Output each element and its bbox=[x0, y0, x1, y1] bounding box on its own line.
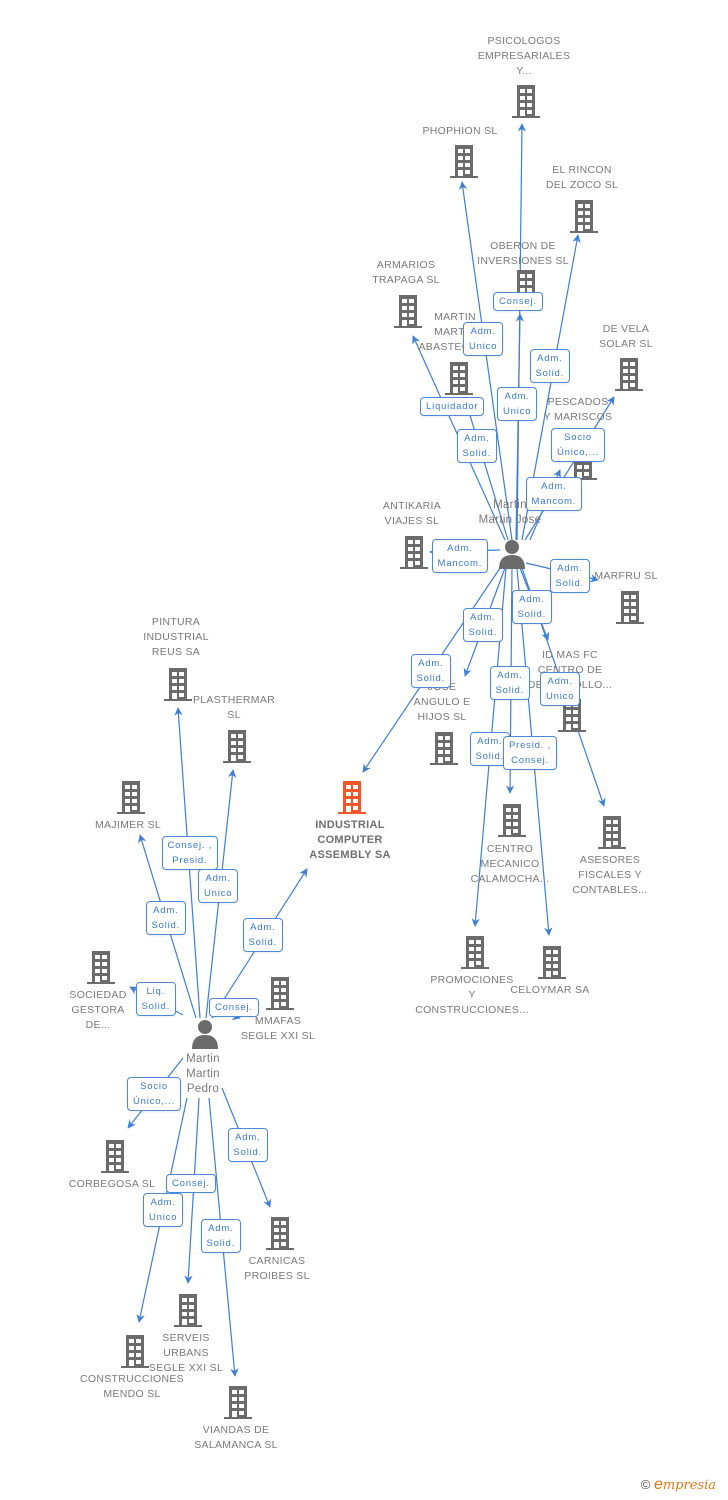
company-name[interactable]: PINTURA INDUSTRIAL REUS SA bbox=[116, 615, 236, 660]
person-icon bbox=[499, 540, 525, 569]
company-name[interactable]: DE VELA SOLAR SL bbox=[566, 322, 686, 352]
building-icon-wrap bbox=[222, 728, 252, 769]
relation-role-badge[interactable]: Consej. bbox=[166, 1173, 216, 1193]
building-icon bbox=[445, 362, 473, 395]
relation-role-badge[interactable]: Adm. Unico bbox=[463, 322, 504, 356]
building-icon-wrap bbox=[399, 534, 429, 575]
relation-role-badge[interactable]: Adm. Solid. bbox=[410, 654, 452, 688]
copyright-symbol: © bbox=[640, 1477, 651, 1492]
relationship-graph bbox=[127, 123, 615, 1377]
building-icon bbox=[450, 145, 478, 178]
empresia-logo-initial: e bbox=[653, 1476, 663, 1493]
footer-credit: © empresia bbox=[641, 1476, 716, 1494]
relation-role-badge[interactable]: Adm. Solid. bbox=[242, 918, 284, 952]
building-icon bbox=[223, 730, 251, 763]
building-icon-wrap bbox=[265, 975, 295, 1016]
building-icon-wrap bbox=[120, 1333, 150, 1374]
building-icon-wrap bbox=[569, 198, 599, 239]
building-icon bbox=[224, 1386, 252, 1419]
building-icon-wrap bbox=[597, 814, 627, 855]
relation-role-badge[interactable]: Adm. Unico bbox=[540, 672, 581, 706]
relation-role-badge[interactable]: Liq. Solid. bbox=[135, 982, 177, 1016]
building-icon-wrap bbox=[100, 1138, 130, 1179]
person-icon-wrap bbox=[497, 538, 527, 575]
relation-role-badge[interactable]: Adm. Mancom. bbox=[525, 477, 583, 511]
relation-role-badge[interactable]: Adm. Solid. bbox=[489, 666, 531, 700]
company-name[interactable]: PHOPHION SL bbox=[400, 124, 520, 139]
building-icon-wrap bbox=[537, 944, 567, 985]
building-icon bbox=[121, 1335, 149, 1368]
company-name[interactable]: MAJIMER SL bbox=[68, 818, 188, 833]
building-icon-wrap bbox=[615, 589, 645, 630]
building-icon bbox=[570, 200, 598, 233]
building-icon-wrap bbox=[444, 360, 474, 401]
building-icon bbox=[117, 781, 145, 814]
building-icon bbox=[266, 1217, 294, 1250]
company-name[interactable]: CONSTRUCCIONES MENDO SL bbox=[72, 1372, 192, 1402]
relation-role-badge[interactable]: Consej. bbox=[209, 997, 259, 1017]
building-icon-wrap bbox=[86, 949, 116, 990]
relation-role-badge[interactable]: Adm. Unico bbox=[198, 869, 239, 903]
building-icon bbox=[616, 591, 644, 624]
relation-role-badge[interactable]: Adm. Unico bbox=[497, 387, 538, 421]
building-icon bbox=[266, 977, 294, 1010]
company-name[interactable]: OBERON DE INVERSIONES SL bbox=[463, 239, 583, 269]
building-icon bbox=[498, 804, 526, 837]
relation-role-badge[interactable]: Consej. , Presid. bbox=[161, 836, 219, 870]
building-icon bbox=[87, 951, 115, 984]
building-icon-wrap bbox=[429, 730, 459, 771]
building-icon bbox=[615, 358, 643, 391]
company-name[interactable]: CELOYMAR SA bbox=[490, 983, 610, 998]
relation-role-badge[interactable]: Socio Único,... bbox=[127, 1077, 182, 1111]
main-building-icon bbox=[338, 781, 366, 814]
building-icon bbox=[430, 732, 458, 765]
building-icon bbox=[598, 816, 626, 849]
company-name[interactable]: MMAFAS SEGLE XXI SL bbox=[218, 1014, 338, 1044]
building-icon-wrap bbox=[449, 143, 479, 184]
main-building-icon-wrap bbox=[337, 779, 367, 820]
building-icon-wrap bbox=[511, 83, 541, 124]
relation-role-badge[interactable]: Socio Único,... bbox=[551, 428, 606, 462]
company-name[interactable]: PSICOLOGOS EMPRESARIALES Y... bbox=[464, 34, 584, 79]
building-icon bbox=[101, 1140, 129, 1173]
relation-role-badge[interactable]: Adm. Solid. bbox=[462, 608, 504, 642]
building-icon bbox=[400, 536, 428, 569]
company-name[interactable]: PLASTHERMAR SL bbox=[174, 693, 294, 723]
person-icon-wrap bbox=[190, 1018, 220, 1055]
company-name[interactable]: EL RINCON DEL ZOCO SL bbox=[522, 163, 642, 193]
company-name[interactable]: ARMARIOS TRAPAGA SL bbox=[346, 258, 466, 288]
building-icon-wrap bbox=[116, 779, 146, 820]
relation-role-badge[interactable]: Liquidador bbox=[420, 396, 485, 416]
company-name[interactable]: ASESORES FISCALES Y CONTABLES... bbox=[550, 853, 670, 898]
building-icon-wrap bbox=[265, 1215, 295, 1256]
relation-role-badge[interactable]: Adm. Mancom. bbox=[431, 539, 489, 573]
relation-role-badge[interactable]: Adm. Solid. bbox=[549, 559, 591, 593]
relation-role-badge[interactable]: Presid. , Consej. bbox=[503, 736, 558, 770]
company-name[interactable]: VIANDAS DE SALAMANCA SL bbox=[176, 1423, 296, 1453]
company-name[interactable]: CORBEGOSA SL bbox=[52, 1177, 172, 1192]
person-icon bbox=[192, 1020, 218, 1049]
main-company-name[interactable]: INDUSTRIAL COMPUTER ASSEMBLY SA bbox=[290, 818, 410, 863]
company-name[interactable]: CARNICAS PROIBES SL bbox=[217, 1254, 337, 1284]
building-icon bbox=[538, 946, 566, 979]
building-icon bbox=[512, 85, 540, 118]
building-icon-wrap bbox=[614, 356, 644, 397]
relation-role-badge[interactable]: Adm. Solid. bbox=[200, 1219, 242, 1253]
relation-role-badge[interactable]: Adm. Solid. bbox=[227, 1128, 269, 1162]
relation-role-badge[interactable]: Adm. Unico bbox=[143, 1193, 184, 1227]
relation-role-badge[interactable]: Adm. Solid. bbox=[529, 349, 571, 383]
empresia-logo-text: mpresia bbox=[662, 1478, 716, 1493]
building-icon-wrap bbox=[223, 1384, 253, 1425]
building-icon bbox=[174, 1294, 202, 1327]
relation-role-badge[interactable]: Consej. bbox=[493, 291, 543, 311]
relation-role-badge[interactable]: Adm. Solid. bbox=[511, 590, 553, 624]
relation-role-badge[interactable]: Adm. Solid. bbox=[456, 429, 498, 463]
building-icon bbox=[461, 936, 489, 969]
relation-role-badge[interactable]: Adm. Solid. bbox=[145, 901, 187, 935]
building-icon-wrap bbox=[173, 1292, 203, 1333]
building-icon-wrap bbox=[497, 802, 527, 843]
building-icon-wrap bbox=[460, 934, 490, 975]
